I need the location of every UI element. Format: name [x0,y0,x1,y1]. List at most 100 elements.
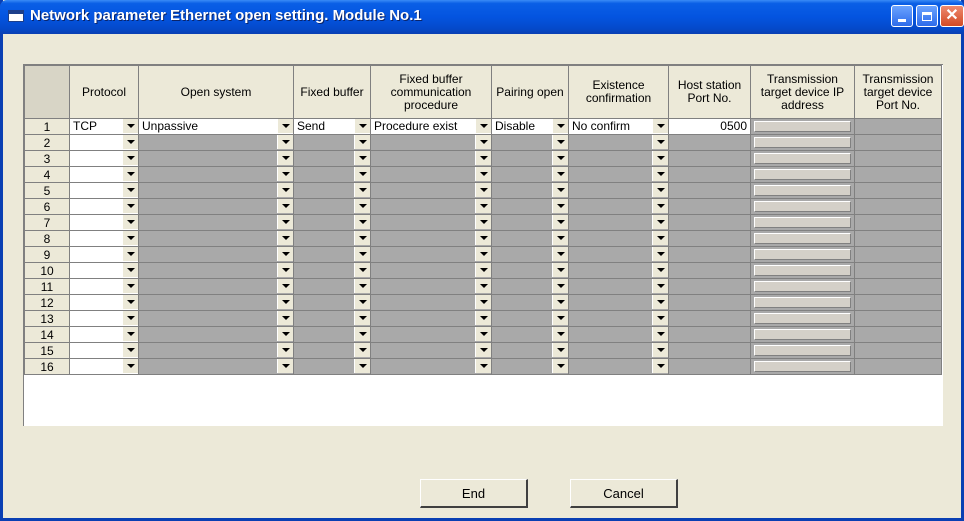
dropdown-arrow-icon[interactable] [552,167,568,181]
open-system-select[interactable] [138,342,294,359]
dropdown-arrow-icon[interactable] [475,343,491,357]
target-port-field[interactable] [854,198,942,215]
fixed-buffer-select[interactable] [293,342,371,359]
existence-confirmation-select[interactable] [568,246,669,263]
dropdown-arrow-icon[interactable] [652,343,668,357]
protocol-select[interactable] [69,182,139,199]
procedure-select[interactable] [370,214,492,231]
dropdown-arrow-icon[interactable] [552,343,568,357]
fixed-buffer-select[interactable]: Send [293,118,371,135]
close-icon[interactable]: ✕ [940,5,964,27]
target-port-field[interactable] [854,294,942,311]
pairing-open-select[interactable] [491,342,569,359]
target-ip-field[interactable] [750,358,855,375]
dropdown-arrow-icon[interactable] [652,183,668,197]
dropdown-arrow-icon[interactable] [354,311,370,325]
target-port-field[interactable] [854,326,942,343]
protocol-select[interactable] [69,150,139,167]
protocol-select[interactable] [69,294,139,311]
pairing-open-select[interactable] [491,214,569,231]
fixed-buffer-select[interactable] [293,294,371,311]
procedure-select[interactable] [370,310,492,327]
dropdown-arrow-icon[interactable] [354,215,370,229]
existence-confirmation-select[interactable] [568,134,669,151]
existence-confirmation-select[interactable] [568,182,669,199]
dropdown-arrow-icon[interactable] [354,167,370,181]
dropdown-arrow-icon[interactable] [122,199,138,213]
target-ip-field[interactable] [750,214,855,231]
dropdown-arrow-icon[interactable] [652,151,668,165]
host-port-field[interactable]: 0500 [668,118,751,135]
pairing-open-select[interactable] [491,198,569,215]
existence-confirmation-select[interactable] [568,294,669,311]
dropdown-arrow-icon[interactable] [277,247,293,261]
pairing-open-select[interactable] [491,182,569,199]
dropdown-arrow-icon[interactable] [652,167,668,181]
protocol-select[interactable] [69,326,139,343]
host-port-field[interactable] [668,310,751,327]
existence-confirmation-select[interactable] [568,166,669,183]
dropdown-arrow-icon[interactable] [354,199,370,213]
dropdown-arrow-icon[interactable] [475,311,491,325]
target-ip-field[interactable] [750,198,855,215]
open-system-select[interactable] [138,246,294,263]
dropdown-arrow-icon[interactable] [354,151,370,165]
fixed-buffer-select[interactable] [293,230,371,247]
pairing-open-select[interactable] [491,262,569,279]
existence-confirmation-select[interactable] [568,262,669,279]
dropdown-arrow-icon[interactable] [122,327,138,341]
existence-confirmation-select[interactable] [568,310,669,327]
dropdown-arrow-icon[interactable] [652,295,668,309]
target-port-field[interactable] [854,150,942,167]
target-ip-field[interactable] [750,182,855,199]
dropdown-arrow-icon[interactable] [552,311,568,325]
dropdown-arrow-icon[interactable] [277,167,293,181]
dropdown-arrow-icon[interactable] [277,231,293,245]
dropdown-arrow-icon[interactable] [475,247,491,261]
open-system-select[interactable] [138,198,294,215]
cancel-button[interactable]: Cancel [570,479,678,508]
dropdown-arrow-icon[interactable] [475,327,491,341]
dropdown-arrow-icon[interactable] [277,343,293,357]
dropdown-arrow-icon[interactable] [652,215,668,229]
existence-confirmation-select[interactable] [568,342,669,359]
dropdown-arrow-icon[interactable] [122,359,138,373]
dropdown-arrow-icon[interactable] [122,151,138,165]
procedure-select[interactable] [370,182,492,199]
protocol-select[interactable] [69,358,139,375]
procedure-select[interactable] [370,294,492,311]
target-port-field[interactable] [854,262,942,279]
open-system-select[interactable] [138,262,294,279]
existence-confirmation-select[interactable] [568,326,669,343]
dropdown-arrow-icon[interactable] [122,231,138,245]
pairing-open-select[interactable] [491,358,569,375]
dropdown-arrow-icon[interactable] [652,263,668,277]
existence-confirmation-select[interactable] [568,230,669,247]
target-ip-field[interactable] [750,310,855,327]
fixed-buffer-select[interactable] [293,166,371,183]
dropdown-arrow-icon[interactable] [475,199,491,213]
target-port-field[interactable] [854,230,942,247]
dropdown-arrow-icon[interactable] [354,295,370,309]
host-port-field[interactable] [668,342,751,359]
target-ip-field[interactable] [750,134,855,151]
fixed-buffer-select[interactable] [293,182,371,199]
dropdown-arrow-icon[interactable] [277,327,293,341]
protocol-select[interactable]: TCP [69,118,139,135]
dropdown-arrow-icon[interactable] [354,231,370,245]
dropdown-arrow-icon[interactable] [552,327,568,341]
fixed-buffer-select[interactable] [293,198,371,215]
pairing-open-select[interactable] [491,150,569,167]
fixed-buffer-select[interactable] [293,358,371,375]
target-port-field[interactable] [854,358,942,375]
procedure-select[interactable] [370,246,492,263]
dropdown-arrow-icon[interactable] [277,215,293,229]
dropdown-arrow-icon[interactable] [552,231,568,245]
open-system-select[interactable] [138,230,294,247]
dropdown-arrow-icon[interactable] [354,183,370,197]
dropdown-arrow-icon[interactable] [652,199,668,213]
procedure-select[interactable] [370,358,492,375]
dropdown-arrow-icon[interactable] [122,295,138,309]
open-system-select[interactable] [138,166,294,183]
dropdown-arrow-icon[interactable] [354,359,370,373]
